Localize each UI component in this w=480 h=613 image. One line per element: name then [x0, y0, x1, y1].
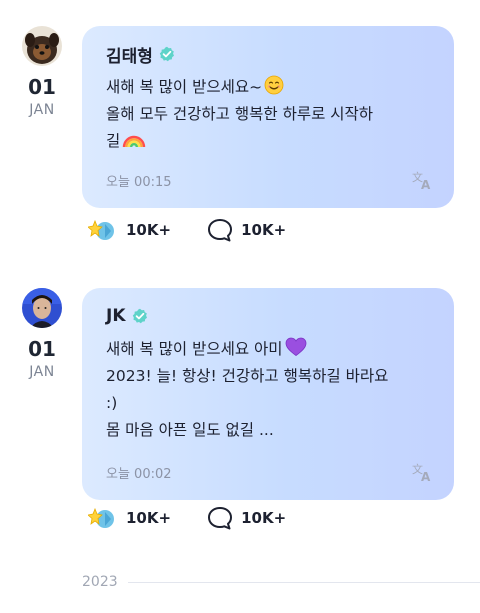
message-text: 새해 복 많이 받으세요~ 올해 모두 건강하고 행복한 하루로 시작하 길 — [106, 74, 430, 155]
author-name[interactable]: JK — [106, 306, 126, 326]
rainbow-emoji-icon — [123, 135, 146, 148]
date-day: 01 — [28, 75, 56, 99]
divider-line — [127, 581, 480, 583]
like-button[interactable]: 10K+ — [88, 218, 171, 242]
svg-text:A: A — [421, 470, 431, 482]
date-month: JAN — [29, 102, 55, 118]
comment-count: 10K+ — [241, 509, 287, 527]
message-line: 새해 복 많이 받으세요~ — [106, 74, 430, 101]
avatar[interactable] — [22, 26, 62, 66]
person-avatar-icon — [22, 288, 62, 328]
message-meta: 오늘 00:15 文 A — [106, 170, 434, 190]
timestamp: 오늘 00:02 — [106, 466, 172, 482]
date-month: JAN — [29, 364, 55, 380]
verified-badge-icon — [132, 308, 147, 324]
timestamp: 오늘 00:15 — [106, 174, 172, 190]
comment-count: 10K+ — [241, 221, 287, 239]
comment-button[interactable]: 10K+ — [207, 218, 286, 242]
message-line: 몸 마음 아픈 일도 없길 ... — [106, 421, 274, 439]
message-text: 새해 복 많이 받으세요 아미 2023! 늘! 항상! 건강하고 행복하길 바… — [106, 336, 430, 444]
message-line: 2023! 늘! 항상! 건강하고 행복하길 바라요 — [106, 367, 389, 385]
post-actions: 10K+ 10K+ — [88, 506, 322, 530]
message-bubble[interactable]: 김태형 새해 복 많이 받으세요~ 올해 모두 건강하고 행복한 하루로 시작하… — [82, 26, 454, 208]
year-label: 2023 — [82, 574, 118, 590]
verified-badge-icon — [159, 46, 174, 62]
message-line: 길 — [106, 128, 430, 155]
author: 김태형 — [106, 42, 430, 67]
speech-bubble-icon — [208, 507, 233, 530]
year-divider: 2023 — [82, 572, 480, 592]
cheer-light-icon — [88, 219, 114, 240]
message-bubble[interactable]: JK 새해 복 많이 받으세요 아미 2023! 늘! 항상! 건강하고 행복하… — [82, 288, 454, 500]
dog-avatar-icon — [22, 26, 62, 66]
purple-heart-emoji-icon — [285, 337, 306, 356]
message-meta: 오늘 00:02 文 A — [106, 462, 434, 482]
cheer-light-icon — [88, 507, 114, 528]
like-count: 10K+ — [126, 221, 172, 239]
message-line: 올해 모두 건강하고 행복한 하루로 시작하 — [106, 105, 374, 123]
post-actions: 10K+ 10K+ — [88, 218, 322, 242]
date-day: 01 — [28, 337, 56, 361]
comment-button[interactable]: 10K+ — [207, 506, 286, 530]
speech-bubble-icon — [208, 219, 233, 242]
avatar[interactable] — [22, 288, 62, 328]
message-line: :) — [106, 394, 118, 412]
like-button[interactable]: 10K+ — [88, 506, 171, 530]
smiling-face-emoji-icon — [264, 75, 284, 95]
message-line: 새해 복 많이 받으세요 아미 — [106, 336, 430, 363]
post-date: 01 JAN — [12, 338, 72, 382]
like-count: 10K+ — [126, 509, 172, 527]
post-date: 01 JAN — [12, 76, 72, 120]
translate-icon[interactable]: 文 A — [412, 462, 434, 482]
author: JK — [106, 304, 430, 328]
svg-text:A: A — [421, 178, 431, 190]
translate-icon[interactable]: 文 A — [412, 170, 434, 190]
author-name[interactable]: 김태형 — [106, 42, 153, 67]
